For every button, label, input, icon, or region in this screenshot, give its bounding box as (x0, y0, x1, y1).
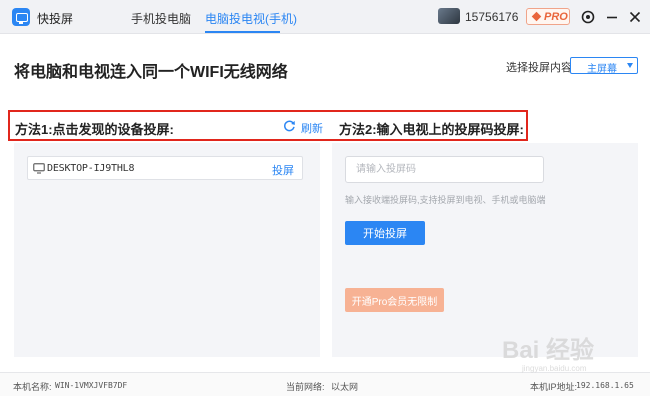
pro-badge-label: PRO (544, 11, 568, 23)
ip-value: 192.168.1.65 (576, 381, 634, 390)
tab-pc-to-tv[interactable]: 电脑投电视(手机) (205, 10, 297, 27)
method2-title: 方法2:输入电视上的投屏码投屏: (339, 122, 524, 137)
device-list-item[interactable]: DESKTOP-IJ9THL8 投屏 (27, 156, 303, 180)
title-bar: 快投屏 手机投电脑 电脑投电视(手机) 15756176 PRO (0, 0, 650, 34)
diamond-icon (531, 11, 542, 22)
chevron-down-icon (627, 63, 633, 68)
network-value: 以太网 (331, 382, 359, 392)
open-pro-button[interactable]: 开通Pro会员无限制 (345, 288, 444, 312)
settings-icon[interactable] (580, 9, 596, 25)
app-name: 快投屏 (37, 12, 74, 26)
cast-content-select[interactable]: 主屏幕 (570, 57, 638, 75)
status-bar: 本机名称: WIN-1VMXJVFB7DF 当前网络: 以太网 本机IP地址: … (0, 372, 650, 396)
machine-name-value: WIN-1VMXJVFB7DF (55, 381, 128, 390)
tab-phone-to-pc[interactable]: 手机投电脑 (131, 10, 191, 27)
refresh-icon[interactable] (283, 119, 296, 132)
minimize-icon[interactable] (604, 9, 620, 25)
refresh-button[interactable]: 刷新 (301, 120, 323, 136)
ip-label: 本机IP地址: (530, 382, 578, 392)
cast-code-hint: 输入接收端投屏码,支持投屏到电视、手机或电脑端 (345, 195, 546, 205)
cast-device-button[interactable]: 投屏 (272, 162, 294, 178)
tv-logo-icon (12, 8, 30, 26)
active-tab-indicator (205, 31, 280, 33)
cast-content-value: 主屏幕 (587, 64, 617, 75)
monitor-icon (33, 163, 45, 174)
device-name: DESKTOP-IJ9THL8 (47, 163, 135, 174)
cast-content-label: 选择投屏内容: (506, 62, 576, 74)
pro-badge[interactable]: PRO (526, 8, 570, 25)
method1-title: 方法1:点击发现的设备投屏: (15, 122, 174, 137)
network-label: 当前网络: (286, 382, 325, 392)
user-id: 15756176 (465, 10, 519, 24)
machine-name-label: 本机名称: (13, 382, 52, 392)
avatar[interactable] (438, 8, 460, 24)
page-title: 将电脑和电视连入同一个WIFI无线网络 (14, 64, 288, 81)
start-cast-button[interactable]: 开始投屏 (345, 221, 425, 245)
cast-code-input[interactable] (345, 156, 544, 183)
close-icon[interactable] (627, 9, 643, 25)
